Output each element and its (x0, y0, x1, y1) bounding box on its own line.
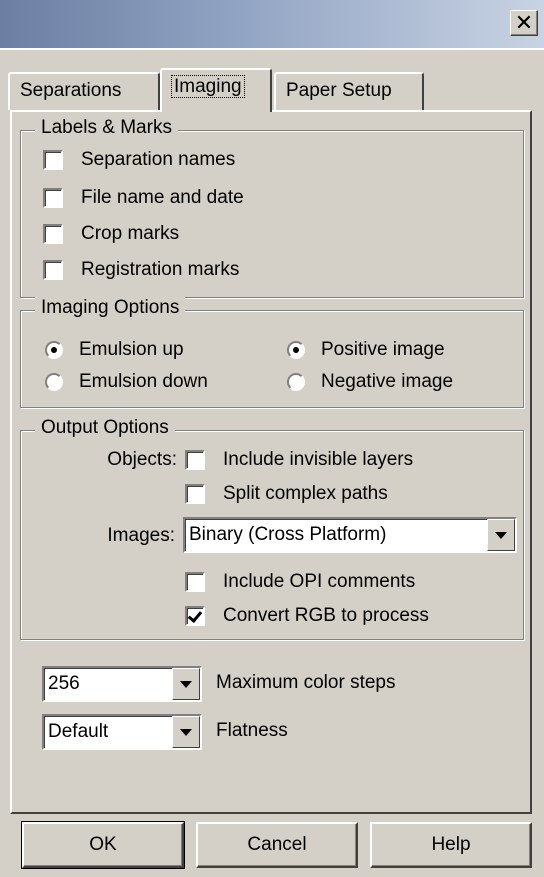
file-name-date-checkbox[interactable] (43, 188, 63, 208)
include-invisible-layers-option[interactable]: Include invisible layers (185, 449, 413, 471)
emulsion-down-label: Emulsion down (79, 371, 208, 392)
cancel-button[interactable]: Cancel (196, 822, 358, 868)
color-steps-value: 256 (48, 673, 80, 694)
separation-names-option[interactable]: Separation names (43, 149, 235, 171)
positive-image-radio[interactable] (287, 341, 305, 359)
crop-marks-option[interactable]: Crop marks (43, 223, 179, 245)
help-button-label: Help (431, 834, 471, 855)
tab-imaging-label: Imaging (171, 75, 245, 98)
images-label: Images: (107, 525, 175, 546)
imaging-options-group: Imaging Options Emulsion up Emulsion dow… (20, 297, 524, 408)
crop-marks-label: Crop marks (81, 223, 180, 244)
convert-rgb-label: Convert RGB to process (223, 605, 429, 626)
images-select-value: Binary (Cross Platform) (189, 524, 387, 545)
output-options-group: Output Options Objects: Include invisibl… (20, 417, 524, 640)
color-steps-label: Maximum color steps (216, 672, 396, 693)
labels-marks-legend: Labels & Marks (35, 117, 178, 139)
flatness-dropdown-button[interactable] (172, 716, 200, 748)
registration-marks-checkbox[interactable] (43, 260, 63, 280)
emulsion-up-radio[interactable] (45, 341, 63, 359)
tab-separations-label: Separations (20, 80, 122, 101)
ok-button-label: OK (89, 834, 117, 855)
include-opi-comments-option[interactable]: Include OPI comments (185, 571, 415, 593)
imaging-options-legend: Imaging Options (35, 297, 186, 319)
positive-image-option[interactable]: Positive image (287, 339, 445, 361)
ok-button[interactable]: OK (21, 821, 185, 869)
split-complex-paths-label: Split complex paths (223, 483, 388, 504)
tab-paper-setup[interactable]: Paper Setup (274, 72, 424, 110)
cancel-button-label: Cancel (247, 834, 307, 855)
file-name-date-option[interactable]: File name and date (43, 187, 244, 209)
separation-names-label: Separation names (81, 149, 236, 170)
close-icon: ✕ (514, 10, 534, 35)
color-steps-select[interactable]: 256 (42, 666, 202, 702)
emulsion-up-label: Emulsion up (79, 339, 184, 360)
chevron-down-icon (180, 680, 192, 688)
tab-paper-setup-label: Paper Setup (286, 80, 392, 101)
split-complex-paths-checkbox[interactable] (185, 484, 205, 504)
title-bar: ✕ (0, 0, 544, 50)
negative-image-radio[interactable] (287, 373, 305, 391)
images-dropdown-button[interactable] (487, 519, 515, 551)
emulsion-down-option[interactable]: Emulsion down (45, 371, 208, 393)
tab-separations[interactable]: Separations (8, 72, 160, 110)
emulsion-up-option[interactable]: Emulsion up (45, 339, 184, 361)
positive-image-label: Positive image (321, 339, 445, 360)
negative-image-label: Negative image (321, 371, 454, 392)
include-invisible-layers-checkbox[interactable] (185, 450, 205, 470)
split-complex-paths-option[interactable]: Split complex paths (185, 483, 388, 505)
emulsion-down-radio[interactable] (45, 373, 63, 391)
convert-rgb-option[interactable]: Convert RGB to process (185, 605, 429, 627)
registration-marks-label: Registration marks (81, 259, 240, 280)
flatness-select[interactable]: Default (42, 714, 202, 750)
close-button[interactable]: ✕ (510, 10, 538, 36)
labels-marks-group: Labels & Marks Separation names File nam… (20, 117, 524, 298)
flatness-value: Default (48, 721, 109, 742)
chevron-down-icon (495, 531, 507, 539)
color-steps-dropdown-button[interactable] (172, 668, 200, 700)
include-opi-comments-checkbox[interactable] (185, 572, 205, 592)
crop-marks-checkbox[interactable] (43, 224, 63, 244)
output-options-legend: Output Options (35, 417, 175, 439)
separation-names-checkbox[interactable] (43, 150, 63, 170)
tab-panel-imaging: Labels & Marks Separation names File nam… (10, 110, 532, 814)
negative-image-option[interactable]: Negative image (287, 371, 453, 393)
tab-imaging[interactable]: Imaging (160, 68, 272, 112)
flatness-label: Flatness (216, 720, 288, 741)
images-select[interactable]: Binary (Cross Platform) (183, 517, 517, 553)
include-invisible-layers-label: Include invisible layers (223, 449, 414, 470)
convert-rgb-checkbox[interactable] (185, 606, 205, 626)
file-name-date-label: File name and date (81, 187, 244, 208)
objects-label: Objects: (107, 449, 177, 470)
include-opi-comments-label: Include OPI comments (223, 571, 416, 592)
chevron-down-icon (180, 728, 192, 736)
help-button[interactable]: Help (370, 822, 532, 868)
registration-marks-option[interactable]: Registration marks (43, 259, 239, 281)
